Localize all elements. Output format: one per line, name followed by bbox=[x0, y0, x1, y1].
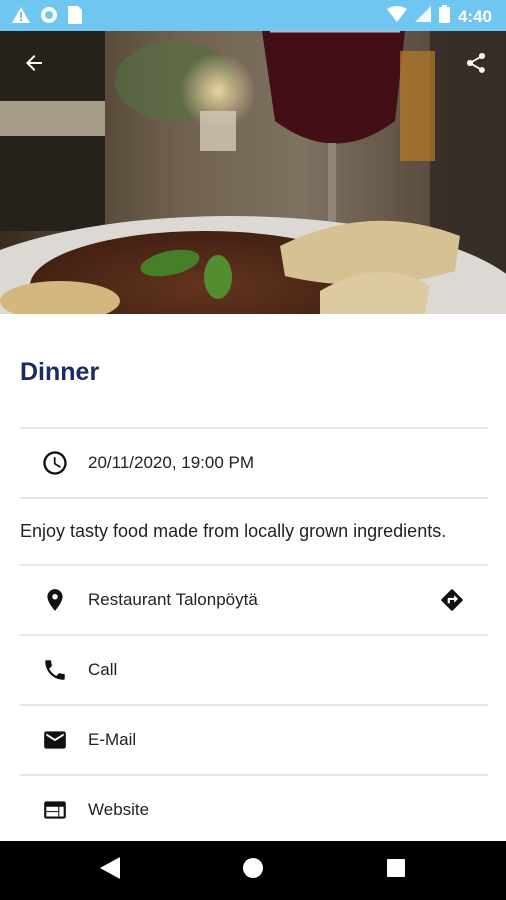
location-pin-icon bbox=[40, 585, 70, 615]
nav-recents-button[interactable] bbox=[384, 858, 408, 882]
circle-icon bbox=[40, 6, 58, 29]
web-browser-icon bbox=[40, 795, 70, 825]
nav-home-button[interactable] bbox=[241, 857, 265, 884]
share-icon bbox=[464, 51, 488, 80]
call-label: Call bbox=[88, 660, 118, 679]
nav-back-button[interactable] bbox=[98, 856, 122, 884]
phone-icon bbox=[40, 655, 70, 685]
hero-image bbox=[0, 31, 506, 314]
recents-square-icon bbox=[386, 858, 406, 883]
website-row[interactable]: Website bbox=[20, 776, 488, 844]
divider bbox=[20, 497, 488, 499]
share-button[interactable] bbox=[460, 49, 492, 81]
location-row[interactable]: Restaurant Talonpöytä bbox=[20, 566, 488, 634]
arrow-left-icon bbox=[22, 51, 46, 80]
dinner-photo bbox=[0, 31, 506, 314]
back-button[interactable] bbox=[18, 49, 50, 81]
email-icon bbox=[40, 725, 70, 755]
home-circle-icon bbox=[242, 857, 264, 884]
warning-icon bbox=[12, 7, 30, 28]
website-label: Website bbox=[88, 800, 150, 819]
wifi-icon bbox=[386, 6, 407, 27]
directions-icon[interactable] bbox=[438, 586, 466, 614]
event-title: Dinner bbox=[20, 358, 100, 386]
battery-icon bbox=[438, 5, 450, 28]
call-row[interactable]: Call bbox=[20, 636, 488, 704]
clock-icon bbox=[40, 448, 70, 478]
event-datetime: 20/11/2020, 19:00 PM bbox=[88, 453, 255, 472]
email-row[interactable]: E-Mail bbox=[20, 706, 488, 774]
system-navigation-bar bbox=[0, 841, 506, 900]
email-label: E-Mail bbox=[88, 730, 137, 749]
event-datetime-row: 20/11/2020, 19:00 PM bbox=[20, 429, 488, 497]
status-bar: 4:40 bbox=[0, 0, 506, 31]
back-triangle-icon bbox=[100, 856, 120, 884]
location-label: Restaurant Talonpöytä bbox=[88, 590, 258, 609]
status-time: 4:40 bbox=[457, 6, 492, 26]
event-description: Enjoy tasty food made from locally grown… bbox=[20, 521, 447, 541]
sim-card-icon bbox=[68, 6, 82, 29]
cell-signal-icon bbox=[414, 6, 431, 27]
